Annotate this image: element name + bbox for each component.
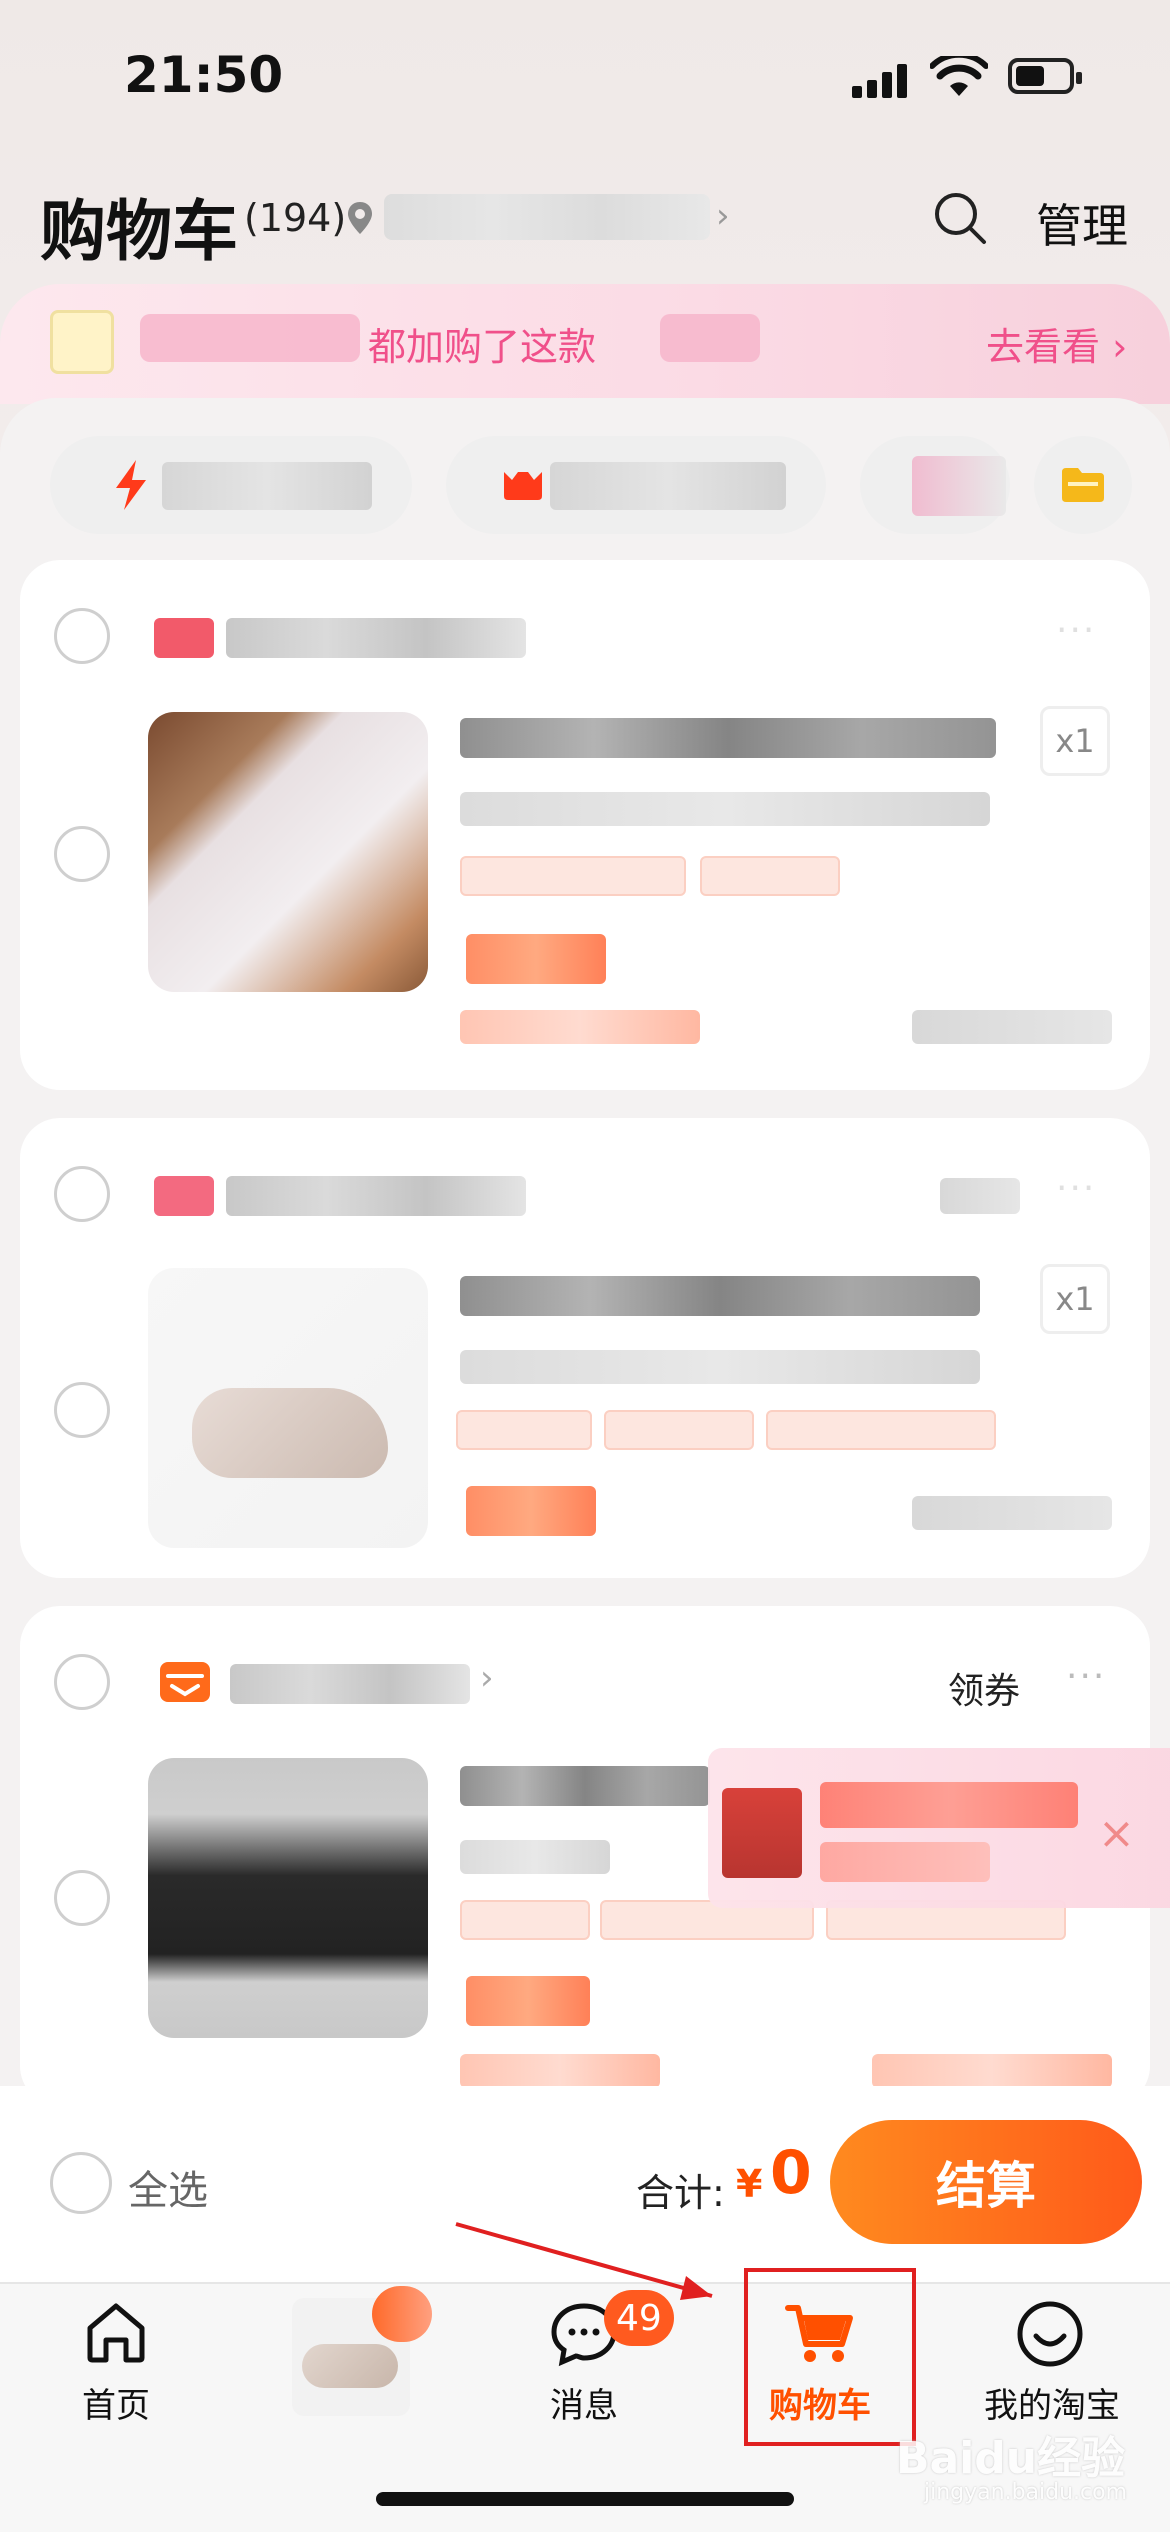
location-pin-icon[interactable] (346, 200, 374, 236)
quantity-box[interactable]: x1 (1040, 706, 1110, 776)
price-detail-link[interactable] (912, 1010, 1112, 1044)
more-icon[interactable]: ··· (1056, 610, 1096, 651)
product-price (466, 1486, 596, 1536)
product-thumbnail[interactable] (148, 1268, 428, 1548)
address-selector[interactable] (384, 194, 710, 240)
shop-logo (160, 1662, 210, 1702)
promo-tag (604, 1410, 754, 1450)
watermark-brand: Baidu经验 (896, 2433, 1126, 2484)
cart-count: (194) (244, 196, 347, 240)
close-icon[interactable]: × (1098, 1808, 1135, 1859)
banner-text: 都加购了这款 (368, 325, 597, 369)
profile-icon (1017, 2301, 1083, 2367)
total-currency: ¥ (736, 2162, 763, 2206)
popup-title (820, 1782, 1078, 1828)
checkout-button[interactable]: 结算 (830, 2120, 1142, 2244)
price-note (460, 2054, 660, 2088)
promo-tag (456, 1410, 592, 1450)
tab-messages[interactable]: 消息 (494, 2378, 674, 2427)
promo-tag (766, 1410, 996, 1450)
tab-cart-highlight-box (744, 2268, 916, 2446)
promo-tag (460, 856, 686, 896)
banner-thumbnail (50, 310, 114, 374)
price-note (460, 1010, 700, 1044)
status-time: 21:50 (124, 46, 284, 104)
tab-profile[interactable]: 我的淘宝 (962, 2378, 1142, 2427)
product-price (466, 1976, 590, 2026)
filter-chip-blurred (912, 456, 1006, 516)
product-spec[interactable] (460, 792, 990, 826)
popup-thumbnail (722, 1788, 802, 1878)
item-select-radio[interactable] (54, 826, 110, 882)
chevron-right-icon: › (480, 1658, 494, 1698)
search-icon[interactable] (932, 190, 988, 246)
price-detail-link[interactable] (912, 1496, 1112, 1530)
product-title[interactable] (460, 1276, 980, 1316)
more-icon[interactable]: ··· (1056, 1168, 1096, 1209)
item-select-radio[interactable] (54, 1870, 110, 1926)
popup-subtitle (820, 1842, 990, 1882)
product-price (466, 934, 606, 984)
battery-icon (1008, 58, 1082, 94)
folder-icon (1062, 468, 1104, 502)
product-spec[interactable] (460, 1840, 610, 1874)
promo-tag (700, 856, 840, 896)
filter-chip-flash[interactable] (50, 436, 412, 534)
home-icon (87, 2303, 145, 2363)
chevron-right-icon: › (716, 196, 730, 236)
watermark-url: jingyan.baidu.com (924, 2480, 1128, 2505)
flash-icon (116, 460, 146, 510)
tab-badge (372, 2286, 432, 2342)
select-all-radio[interactable] (50, 2152, 112, 2214)
home-indicator (376, 2492, 794, 2506)
coupon-button[interactable]: 领券 (948, 1662, 1020, 1714)
shop-name[interactable] (226, 618, 526, 658)
manage-button[interactable]: 管理 (1036, 190, 1128, 256)
product-thumbnail[interactable] (148, 712, 428, 992)
banner-go-link[interactable]: 去看看 › (986, 316, 1127, 371)
total-value: 0 (770, 2138, 812, 2208)
price-detail-link[interactable] (872, 2054, 1112, 2088)
total-label: 合计: (636, 2171, 725, 2215)
shop-select-radio[interactable] (54, 1166, 110, 1222)
banner-blurred-name (140, 314, 360, 362)
select-all-label[interactable]: 全选 (128, 2158, 208, 2216)
product-thumbnail[interactable] (148, 1758, 428, 2038)
shop-action[interactable] (940, 1178, 1020, 1214)
shop-select-radio[interactable] (54, 1654, 110, 1710)
page-title: 购物车 (40, 193, 238, 270)
banner-blurred-product (660, 314, 760, 362)
tab-home[interactable]: 首页 (26, 2378, 206, 2427)
more-icon[interactable]: ··· (1066, 1656, 1106, 1697)
product-spec[interactable] (460, 1350, 980, 1384)
item-select-radio[interactable] (54, 1382, 110, 1438)
product-title[interactable] (460, 718, 996, 758)
shop-logo (154, 1176, 214, 1216)
promo-tag (460, 1900, 590, 1940)
shop-select-radio[interactable] (54, 608, 110, 664)
shop-logo (154, 618, 214, 658)
product-title[interactable] (460, 1766, 710, 1806)
signal-icon (852, 62, 910, 98)
tmall-icon (504, 472, 542, 500)
shop-name[interactable] (230, 1664, 470, 1704)
annotation-arrow (455, 2222, 713, 2300)
wifi-icon (930, 56, 988, 96)
shop-name[interactable] (226, 1176, 526, 1216)
quantity-box[interactable]: x1 (1040, 1264, 1110, 1334)
